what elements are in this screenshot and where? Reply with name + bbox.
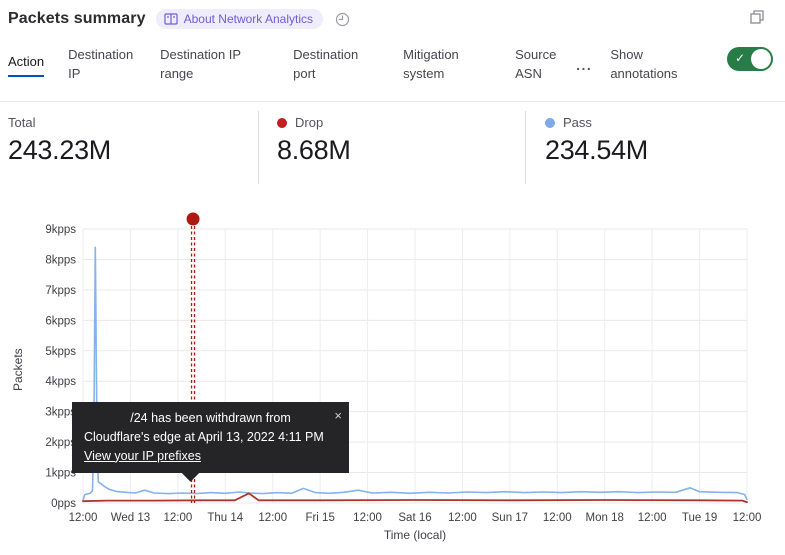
header: Packets summary About Network Analytics bbox=[8, 9, 350, 29]
drop-legend-dot bbox=[277, 118, 287, 128]
svg-text:5kpps: 5kpps bbox=[45, 346, 76, 358]
stat-pass-value: 234.54M bbox=[545, 135, 648, 166]
view-ip-prefixes-link[interactable]: View your IP prefixes bbox=[84, 447, 201, 466]
stat-drop-label: Drop bbox=[295, 115, 323, 130]
stat-total: Total 243.23M bbox=[8, 115, 111, 166]
svg-text:Tue 19: Tue 19 bbox=[682, 512, 717, 524]
svg-text:12:00: 12:00 bbox=[353, 512, 382, 524]
tab-action[interactable]: Action bbox=[8, 53, 44, 77]
x-axis-label: Time (local) bbox=[83, 528, 747, 542]
tab-mitigation-system[interactable]: Mitigation system bbox=[403, 46, 491, 84]
packets-summary-panel: Packets summary About Network Analytics … bbox=[0, 0, 785, 555]
stat-total-value: 243.23M bbox=[8, 135, 111, 166]
expand-panel-icon[interactable] bbox=[749, 9, 765, 30]
svg-text:12:00: 12:00 bbox=[69, 512, 98, 524]
tab-destination-ip-range[interactable]: Destination IP range bbox=[160, 46, 269, 84]
svg-text:0pps: 0pps bbox=[51, 498, 76, 510]
show-annotations-label: Show annotations bbox=[610, 46, 692, 84]
stat-pass: Pass 234.54M bbox=[545, 115, 648, 166]
svg-text:12:00: 12:00 bbox=[163, 512, 192, 524]
svg-text:Sun 17: Sun 17 bbox=[492, 512, 528, 524]
more-tabs-icon[interactable]: ... bbox=[576, 57, 592, 73]
svg-text:12:00: 12:00 bbox=[448, 512, 477, 524]
pass-legend-dot bbox=[545, 118, 555, 128]
close-icon[interactable]: × bbox=[334, 406, 342, 426]
toggle-knob bbox=[751, 49, 771, 69]
stats-row: Total 243.23M Drop 8.68M Pass 234.54M bbox=[0, 101, 785, 190]
svg-text:9kpps: 9kpps bbox=[45, 224, 76, 236]
svg-text:8kpps: 8kpps bbox=[45, 254, 76, 266]
svg-text:7kpps: 7kpps bbox=[45, 285, 76, 297]
tab-source-asn[interactable]: Source ASN bbox=[515, 46, 564, 84]
tab-destination-port[interactable]: Destination port bbox=[293, 46, 379, 84]
stat-drop-value: 8.68M bbox=[277, 135, 351, 166]
stat-drop: Drop 8.68M bbox=[277, 115, 351, 166]
svg-text:12:00: 12:00 bbox=[733, 512, 762, 524]
divider bbox=[525, 111, 526, 184]
stat-pass-label: Pass bbox=[563, 115, 592, 130]
svg-text:Wed 13: Wed 13 bbox=[111, 512, 150, 524]
book-icon bbox=[164, 13, 178, 25]
dimension-tabs: Action Destination IP Destination IP ran… bbox=[8, 42, 692, 88]
svg-text:Sat 16: Sat 16 bbox=[398, 512, 431, 524]
tab-destination-ip[interactable]: Destination IP bbox=[68, 46, 136, 84]
clock-icon[interactable] bbox=[335, 12, 350, 27]
svg-text:Fri 15: Fri 15 bbox=[305, 512, 334, 524]
about-network-analytics-badge[interactable]: About Network Analytics bbox=[156, 9, 323, 29]
svg-text:12:00: 12:00 bbox=[543, 512, 572, 524]
divider bbox=[258, 111, 259, 184]
svg-text:6kpps: 6kpps bbox=[45, 315, 76, 327]
checkmark-icon: ✓ bbox=[735, 51, 745, 65]
tooltip-line1: /24 has been withdrawn from bbox=[84, 409, 337, 428]
svg-text:12:00: 12:00 bbox=[638, 512, 667, 524]
svg-text:12:00: 12:00 bbox=[258, 512, 287, 524]
show-annotations-toggle[interactable]: ✓ bbox=[727, 47, 773, 71]
annotation-tooltip: × /24 has been withdrawn from Cloudflare… bbox=[72, 402, 349, 473]
badge-label: About Network Analytics bbox=[184, 12, 313, 26]
page-title: Packets summary bbox=[8, 10, 146, 28]
svg-text:Mon 18: Mon 18 bbox=[586, 512, 624, 524]
svg-text:4kpps: 4kpps bbox=[45, 376, 76, 388]
svg-text:Thu 14: Thu 14 bbox=[207, 512, 243, 524]
tooltip-line2: Cloudflare's edge at April 13, 2022 4:11… bbox=[84, 428, 337, 447]
stat-total-label: Total bbox=[8, 115, 35, 130]
packets-line-chart[interactable]: 9kpps8kpps7kpps6kpps5kpps4kpps3kpps2kpps… bbox=[0, 210, 785, 555]
